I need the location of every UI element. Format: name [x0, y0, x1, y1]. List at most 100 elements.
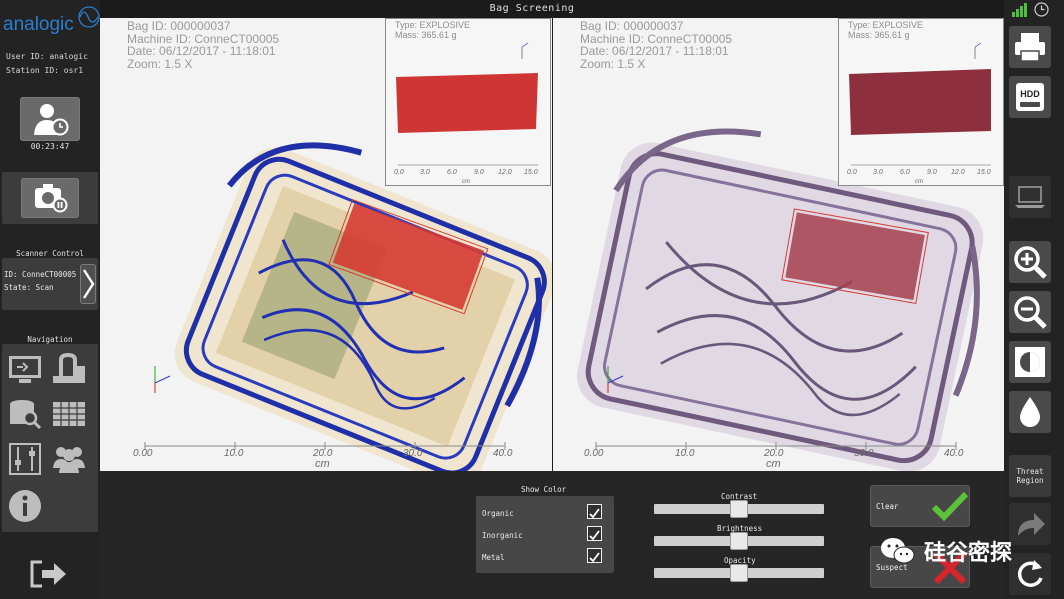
workstation-button[interactable]: [1009, 176, 1051, 218]
scanner-state: State: Scan: [4, 283, 54, 292]
threat-inset-right[interactable]: Type: EXPLOSIVE Mass: 365.61 g 0.0 3.0 6…: [838, 18, 1004, 186]
logout-button[interactable]: [28, 556, 70, 592]
axis-tick-label: 40.0: [493, 448, 513, 459]
scanner-id: ID: ConneCT00005: [4, 270, 77, 279]
station-id: Station ID: osr1: [6, 66, 84, 75]
inset-tick-label: 0.0: [394, 169, 404, 176]
inset-tick-label: 9.0: [927, 169, 937, 176]
svg-text:analogic: analogic: [3, 14, 74, 35]
axis-unit-label: cm: [766, 458, 781, 470]
inset-tick-label: 15.0: [524, 169, 538, 176]
scan-view-right[interactable]: 0.00 10.0 20.0 30.0 40.0 cm Bag ID: 0000…: [553, 18, 1004, 471]
inset-tick-label: 9.0: [474, 169, 484, 176]
checkmark-icon: [589, 508, 600, 519]
scanner-control-title: Scanner Control: [16, 249, 84, 258]
user-info: User ID: analogic Station ID: osr1: [6, 50, 88, 78]
color-drop-button[interactable]: [1009, 391, 1051, 433]
hdd-button[interactable]: HDD: [1009, 76, 1051, 118]
nav-settings-button[interactable]: [6, 441, 44, 477]
brightness-slider[interactable]: [654, 532, 824, 550]
zoom-out-icon: [1014, 296, 1047, 329]
hdd-label: HDD: [1020, 89, 1040, 99]
scan-date: Date: 06/12/2017 - 11:18:01: [127, 44, 276, 58]
threat-object-image: 0.0 3.0 6.0 9.0 12.0 15.0 cm: [847, 42, 991, 185]
inset-tick-label: 6.0: [900, 169, 910, 176]
equalizer-settings-icon: [9, 443, 41, 475]
zoom-in-icon: [1014, 246, 1047, 279]
opacity-slider-knob[interactable]: [730, 564, 748, 582]
user-session-button[interactable]: [20, 97, 80, 141]
axis-tick-label: 10.0: [224, 448, 244, 459]
brightness-slider-knob[interactable]: [730, 532, 748, 550]
inset-tick-label: 15.0: [977, 169, 991, 176]
monitor-scan-icon: [9, 356, 41, 383]
hdd-icon: HDD: [1016, 83, 1044, 111]
navigation-title: Navigation: [27, 335, 73, 344]
axis-tick-label: 10.0: [675, 448, 695, 459]
metal-checkbox[interactable]: [587, 548, 602, 563]
refresh-icon: [1017, 560, 1043, 587]
zoom-in-button[interactable]: [1009, 241, 1051, 283]
session-timer: 00:23:47: [30, 142, 70, 151]
axis-tick-label: 40.0: [944, 448, 964, 459]
chevron-right-icon: [82, 269, 95, 299]
organic-checkbox[interactable]: [587, 504, 602, 519]
clear-label: Clear: [876, 502, 899, 511]
nav-monitor-button[interactable]: [6, 351, 44, 387]
scanner-machine-icon: [53, 352, 85, 383]
inset-tick-label: 0.0: [847, 169, 857, 176]
opacity-slider[interactable]: [654, 564, 824, 582]
info-icon: [9, 490, 41, 522]
clear-button[interactable]: Clear: [870, 485, 970, 527]
inset-tick-label: 3.0: [420, 169, 430, 176]
zoom-level: Zoom: 1.5 X: [127, 56, 193, 71]
inset-unit-label: cm: [915, 179, 923, 185]
threat-object-image: 0.0 3.0 6.0 9.0 12.0 15.0 cm: [394, 42, 538, 185]
user-clock-icon: [34, 104, 69, 136]
axis-unit-label: cm: [315, 458, 330, 470]
nav-users-button[interactable]: [50, 441, 88, 477]
water-drop-icon: [1020, 397, 1040, 427]
axis-tick-label: 30.0: [854, 448, 874, 459]
inset-tick-label: 12.0: [498, 169, 512, 176]
zoom-out-button[interactable]: [1009, 291, 1051, 333]
grid-table-icon: [53, 402, 85, 426]
window-title: Bag Screening: [489, 3, 575, 14]
printer-icon: [1015, 33, 1045, 62]
contrast-icon: [1015, 347, 1045, 377]
camera-panel: [2, 172, 98, 224]
axis-gizmo-left: [154, 366, 171, 393]
scan-metadata-right: Bag ID: 000000037 Machine ID: ConneCT000…: [580, 20, 732, 70]
bag-id: Bag ID: 000000037: [127, 19, 231, 33]
nav-search-button[interactable]: [6, 396, 44, 432]
threat-inset-left[interactable]: Type: EXPLOSIVE Mass: 365.61 g 0.0 3.0 6…: [385, 18, 551, 186]
signal-strength-icon: [1012, 3, 1027, 17]
users-group-icon: [53, 447, 85, 473]
contrast-slider-knob[interactable]: [730, 500, 748, 518]
inset-tick-label: 3.0: [873, 169, 883, 176]
checkmark-icon: [589, 530, 600, 541]
nav-scanner-button[interactable]: [50, 351, 88, 387]
print-button[interactable]: [1009, 26, 1051, 68]
camera-pause-button[interactable]: [21, 178, 79, 218]
redo-button[interactable]: [1009, 503, 1051, 545]
axis-tick-label: 0.00: [133, 448, 153, 459]
inset-unit-label: cm: [462, 179, 470, 185]
scan-view-left[interactable]: 0.00 10.0 20.0 30.0 40.0 cm Bag ID: 0000…: [100, 18, 552, 471]
checkmark-icon: [589, 552, 600, 563]
refresh-button[interactable]: [1009, 553, 1051, 595]
camera-pause-icon: [35, 184, 68, 213]
database-search-icon: [10, 400, 42, 430]
clock-icon: [1034, 2, 1049, 17]
nav-info-button[interactable]: [6, 488, 44, 524]
threat-region-button[interactable]: Threat Region: [1009, 455, 1051, 497]
inset-tick-label: 6.0: [447, 169, 457, 176]
contrast-toggle-button[interactable]: [1009, 341, 1051, 383]
inorganic-checkbox[interactable]: [587, 526, 602, 541]
laptop-icon: [1015, 186, 1045, 208]
scanner-next-button[interactable]: [80, 264, 96, 304]
nav-grid-button[interactable]: [50, 396, 88, 432]
wechat-icon: [881, 538, 915, 564]
contrast-slider[interactable]: [654, 500, 824, 518]
organic-label: Organic: [482, 509, 514, 518]
